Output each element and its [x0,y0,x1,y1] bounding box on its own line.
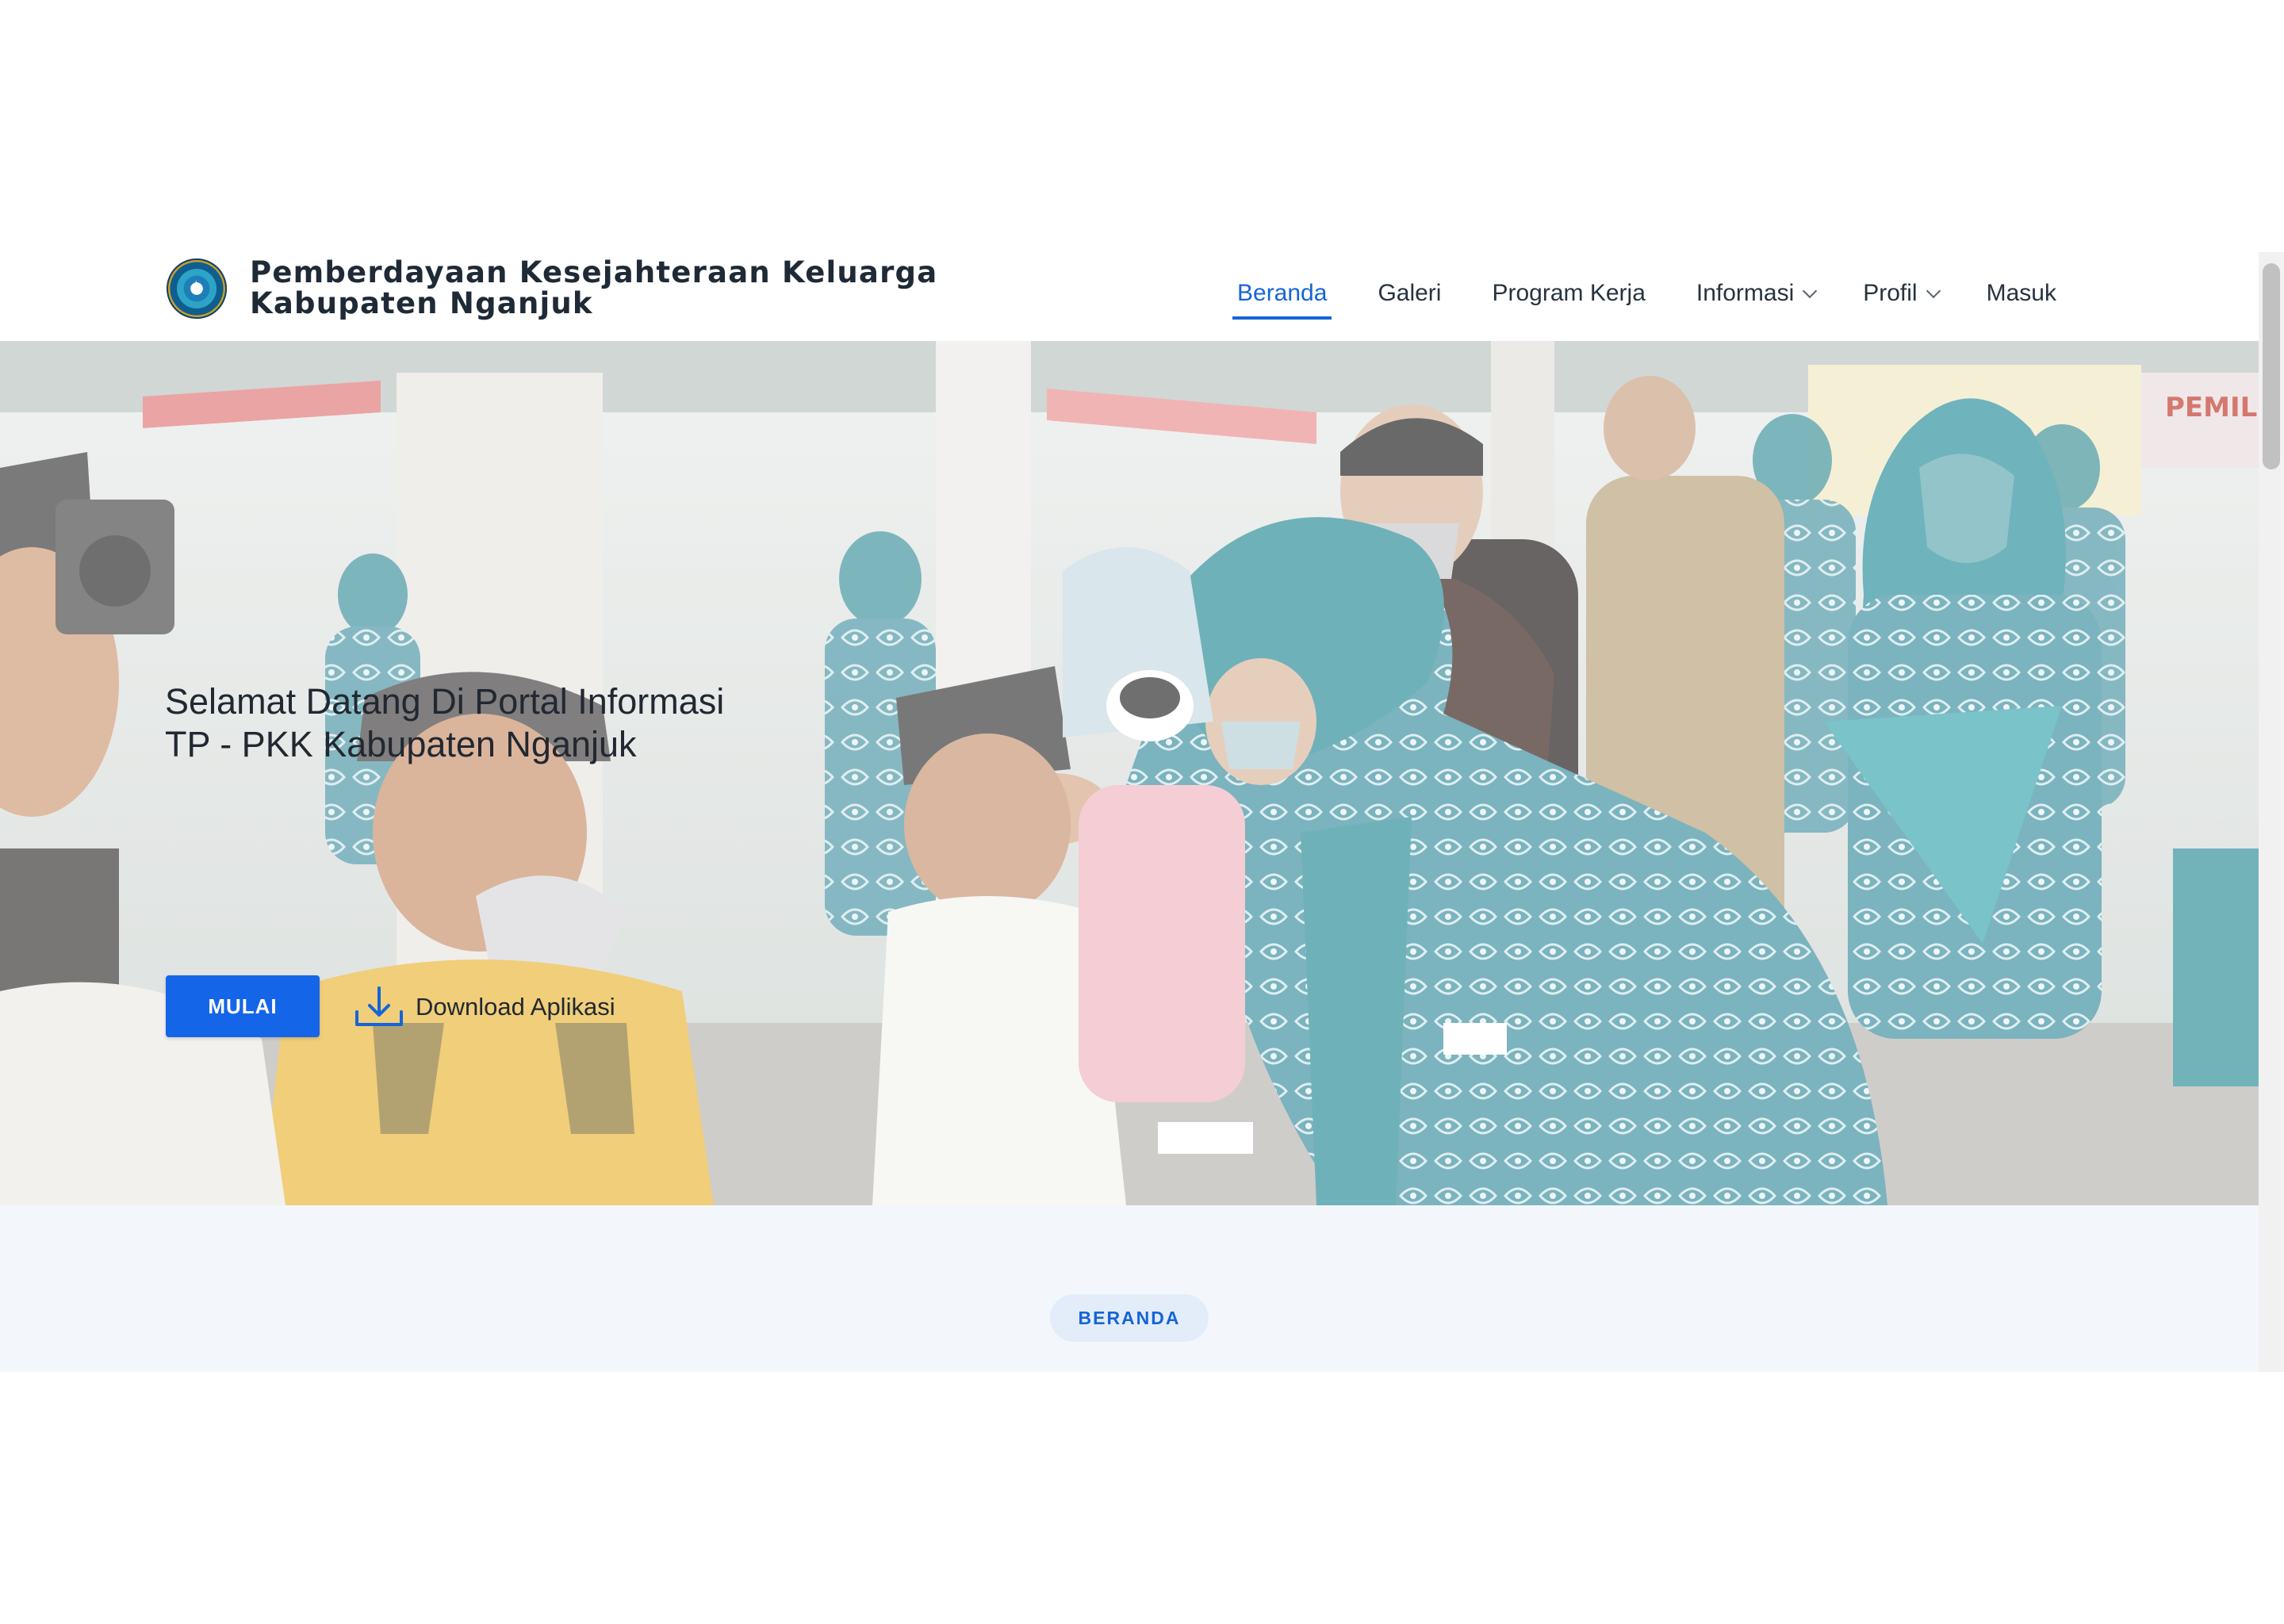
hero-heading-line1: Selamat Datang Di Portal Informasi [165,681,725,722]
emblem-star-icon: ✦ [189,278,204,297]
download-app-link[interactable]: Download Aplikasi [354,979,615,1036]
brand-title-line2: Kabupaten Nganjuk [250,286,593,320]
start-button[interactable]: MULAI [166,975,320,1037]
chevron-down-icon [1803,283,1818,298]
nav-item-label: Galeri [1378,280,1442,306]
nav-item-beranda[interactable]: Beranda [1232,280,1332,320]
brand-title-line1: Pemberdayaan Kesejahteraan Keluarga [250,255,938,289]
nav-item-label: Profil [1863,280,1918,306]
hero-heading-line2: TP - PKK Kabupaten Nganjuk [165,724,637,764]
download-icon [355,986,403,1026]
beranda-section: BERANDA [0,1205,2259,1372]
nav-item-masuk[interactable]: Masuk [1987,280,2056,307]
nav-item-informasi[interactable]: Informasi [1696,280,1818,307]
screenshot-page: ✦ Pemberdayaan Kesejahteraan Keluarga Ka… [0,0,2284,1624]
page-scrollbar[interactable] [2259,252,2284,1372]
chevron-down-icon [1926,283,1941,298]
nav-item-label: Informasi [1696,280,1795,306]
scrollbar-thumb[interactable] [2263,263,2280,469]
nav-item-program-kerja[interactable]: Program Kerja [1492,280,1645,307]
nav-item-galeri[interactable]: Galeri [1378,280,1441,307]
main-nav: Beranda Galeri Program Kerja Informasi P… [1232,270,2107,320]
site-header: ✦ Pemberdayaan Kesejahteraan Keluarga Ka… [0,252,2259,341]
download-app-label: Download Aplikasi [416,993,615,1021]
nav-item-label: Program Kerja [1492,280,1646,306]
section-badge: BERANDA [1050,1294,1209,1342]
nav-item-label: Masuk [1986,280,2056,306]
hero-heading: Selamat Datang Di Portal Informasi TP - … [165,680,724,766]
nav-item-label: Beranda [1237,280,1328,306]
hero-light-overlay [0,341,2259,1205]
hero-banner: PEMIL Selamat Datang Di Portal Informasi… [0,341,2259,1205]
pkk-emblem-icon[interactable]: ✦ [167,259,227,319]
browser-viewport: ✦ Pemberdayaan Kesejahteraan Keluarga Ka… [0,252,2284,1372]
nav-item-profil[interactable]: Profil [1863,280,1941,307]
site-brand[interactable]: Pemberdayaan Kesejahteraan Keluarga Kabu… [250,257,937,319]
